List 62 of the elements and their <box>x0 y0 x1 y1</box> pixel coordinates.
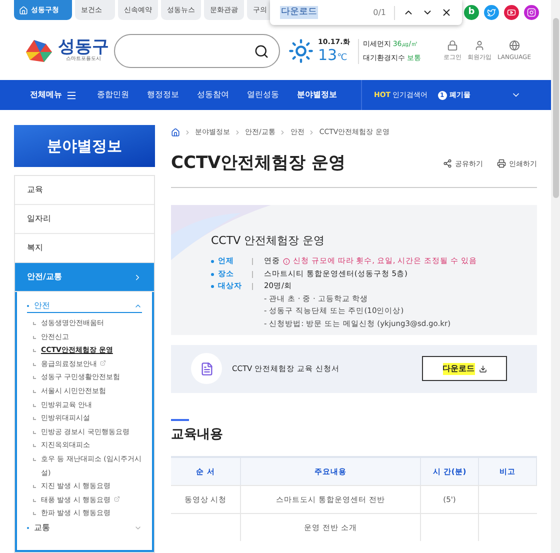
user-icon <box>474 40 485 51</box>
temperature-unit: ℃ <box>337 52 348 64</box>
branch-icon <box>33 485 36 488</box>
logo-text: 성동구 <box>58 38 109 56</box>
branch-icon <box>33 404 36 407</box>
lock-icon <box>446 40 458 51</box>
branch-icon <box>33 512 36 516</box>
branch-icon <box>33 349 36 352</box>
info-icon <box>283 258 290 265</box>
menu-icon <box>66 90 77 100</box>
info-title: CCTV 안전체험장 운영 <box>211 232 326 248</box>
external-link-icon <box>100 360 106 366</box>
bullet-icon <box>211 272 214 276</box>
search-icon[interactable] <box>254 44 269 58</box>
sidebar-title: 분야별정보 <box>14 125 155 167</box>
nav-item[interactable]: 종합민원 <box>97 89 129 101</box>
sun-icon <box>288 38 314 64</box>
branch-icon <box>33 322 36 325</box>
nav-item[interactable]: 열린성동 <box>247 89 279 101</box>
share-icon <box>443 159 452 168</box>
branch-icon <box>33 498 36 502</box>
chevron-icon <box>234 128 241 136</box>
nav-item[interactable]: 행정정보 <box>147 89 179 101</box>
home-icon[interactable] <box>171 128 180 136</box>
sidebar-item[interactable]: 안전/교통 <box>15 263 154 292</box>
all-menu-button[interactable]: 전체메뉴 <box>30 89 77 101</box>
print-icon <box>497 159 506 168</box>
nav-item[interactable]: 성동참여 <box>197 89 229 101</box>
branch-icon <box>33 362 36 366</box>
find-input[interactable]: 다운로드 <box>280 6 318 20</box>
download-button[interactable]: 다운로드 <box>422 356 507 381</box>
page-title: CCTV안전체험장 운영 <box>171 152 346 175</box>
chevron-icon <box>133 272 142 282</box>
section-title: 교육내용 <box>171 426 224 444</box>
submenu-group[interactable]: 교통 <box>27 520 142 535</box>
scrollbar[interactable] <box>551 0 560 553</box>
submenu-group[interactable]: 안전 <box>27 299 142 313</box>
branch-icon <box>33 458 36 461</box>
search-field[interactable] <box>114 34 280 68</box>
branch-icon <box>33 336 36 339</box>
chevron-icon <box>184 128 191 136</box>
branch-icon <box>33 417 36 420</box>
close-icon[interactable] <box>441 7 452 18</box>
branch-icon <box>33 430 36 434</box>
youtube-icon[interactable] <box>504 5 519 20</box>
match-count: 0/1 <box>373 6 386 18</box>
chevron-icon <box>308 128 316 136</box>
branch-icon <box>33 376 36 380</box>
instagram-icon[interactable] <box>524 5 539 20</box>
twitter-icon[interactable] <box>484 5 499 20</box>
logo-icon <box>24 38 54 64</box>
branch-icon <box>33 444 36 448</box>
chevron-icon <box>279 128 286 136</box>
globe-icon <box>508 40 520 51</box>
temperature: 13 <box>318 48 338 62</box>
download-icon <box>478 364 486 372</box>
document-icon <box>191 353 222 384</box>
branch-icon <box>33 390 36 393</box>
external-link-icon <box>114 496 120 502</box>
bullet-icon <box>211 260 214 263</box>
nav-item[interactable]: 분야별정보 <box>297 89 337 101</box>
bullet-icon <box>211 285 214 288</box>
